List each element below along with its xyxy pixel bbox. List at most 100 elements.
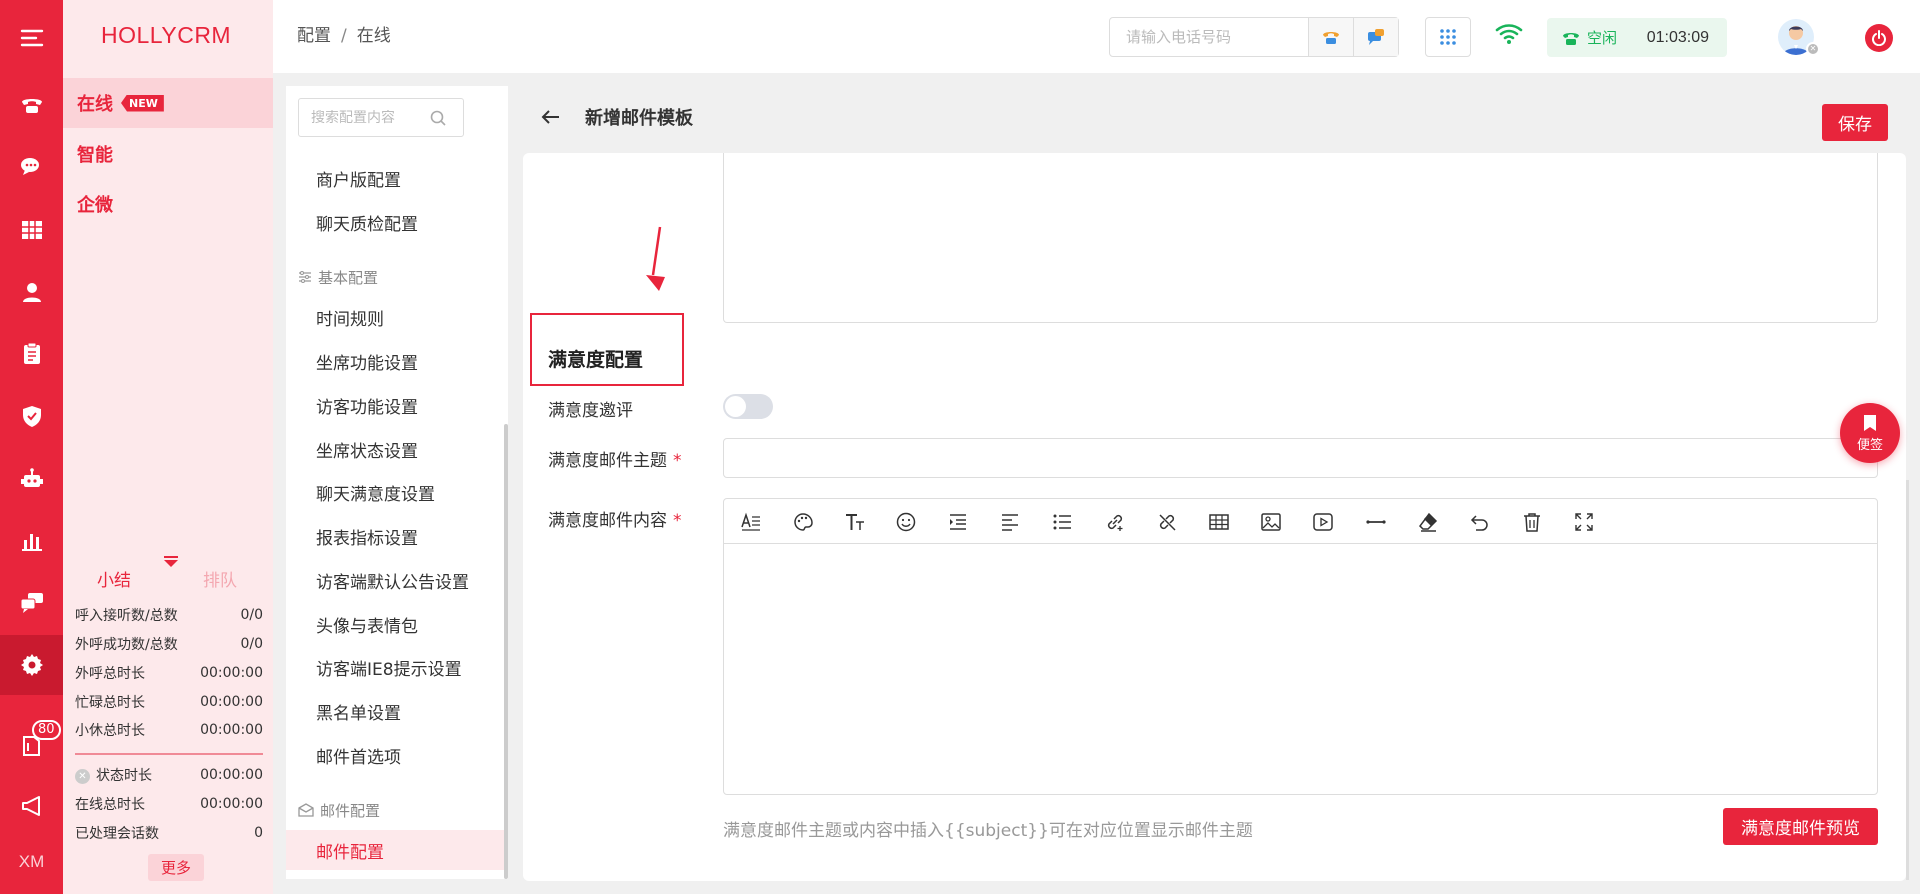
config-scrollbar[interactable] [504,424,508,879]
grid-icon[interactable] [0,200,63,260]
collapse-handle[interactable] [164,556,178,558]
invite-toggle[interactable] [723,394,773,419]
clipboard-icon[interactable] [0,324,63,384]
annotation-arrow [646,226,665,291]
power-icon[interactable] [1865,24,1893,52]
hint-text: 满意度邮件主题或内容中插入{{subject}}可在对应位置显示邮件主题 [723,821,1253,841]
config-item[interactable]: 坐席状态设置 [286,429,504,469]
divider [75,753,263,755]
unlink-icon[interactable] [1156,511,1178,533]
indent-icon[interactable] [947,511,969,533]
config-panel: 商户版配置 聊天质检配置 基本配置 时间规则 坐席功能设置 访客功能设置 坐席状… [286,86,508,879]
top-bar: 配置/在线 空闲 01:03:09 ✕ [273,0,1920,73]
editor-content-area[interactable] [724,545,1877,794]
robot-icon[interactable] [0,449,63,509]
config-item-mail-active[interactable]: 邮件配置 [286,830,504,870]
user-icon[interactable] [0,262,63,322]
horizontal-rule-icon[interactable] [1365,511,1387,533]
avatar-status-icon: ✕ [1806,42,1820,56]
phone-input[interactable] [1110,18,1308,56]
message-icon[interactable] [0,573,63,633]
book-icon[interactable]: 80 [0,716,63,776]
config-group-mail: 邮件配置 [298,797,498,823]
caret-down-icon [164,560,178,567]
font-size-icon[interactable] [844,511,866,533]
config-item[interactable]: 聊天满意度设置 [286,472,504,512]
chat-icon[interactable] [0,137,63,197]
config-search-input[interactable] [299,109,429,126]
bookmark-icon [1864,414,1876,431]
section-title: 满意度配置 [548,349,644,371]
close-circle-icon[interactable]: ✕ [75,768,90,784]
trash-icon[interactable] [1521,511,1543,533]
sticky-note-button[interactable]: 便签 [1840,403,1900,463]
nav-item-smart[interactable]: 智能 [63,129,273,179]
eraser-icon[interactable] [1417,511,1439,533]
page-scrollbar[interactable] [1906,480,1909,880]
config-item[interactable]: 邮件首选项 [286,735,504,775]
config-item[interactable]: 聊天质检配置 [286,202,504,242]
menu-icon[interactable] [0,8,63,68]
stat-row: 小休总时长 00:00:00 [75,722,263,739]
previous-editor-area[interactable] [723,153,1878,323]
heading-icon[interactable] [740,511,762,533]
undo-icon[interactable] [1469,511,1491,533]
agent-status[interactable]: 空闲 01:03:09 [1547,18,1727,57]
config-item[interactable]: 头像与表情包 [286,604,504,644]
stat-row: 在线总时长 00:00:00 [75,796,263,813]
sms-button[interactable] [1353,18,1398,56]
toggle-knob [725,396,746,417]
config-item[interactable]: 商户版配置 [286,158,504,198]
preview-button[interactable]: 满意度邮件预览 [1723,808,1878,845]
config-item[interactable]: 访客端IE8提示设置 [286,647,504,687]
image-icon[interactable] [1260,511,1282,533]
config-item[interactable]: 报表指标设置 [286,516,504,556]
stat-row: ✕ 状态时长 00:00:00 [75,763,263,787]
config-item[interactable]: 黑名单设置 [286,691,504,731]
breadcrumb: 配置 / 在线 [297,26,391,46]
bullet-list-icon[interactable] [1051,511,1073,533]
breadcrumb-item[interactable]: 配置 [297,26,331,46]
apps-grid-icon [1440,29,1456,45]
page-title: 新增邮件模板 [541,104,693,130]
user-initials[interactable]: XM [0,832,63,892]
back-arrow-icon[interactable] [541,109,561,125]
config-item[interactable]: 访客端默认公告设置 [286,560,504,600]
breadcrumb-item: 在线 [356,26,391,46]
nav-item-wecom[interactable]: 企微 [63,179,273,229]
phone-icon[interactable] [0,74,63,134]
mail-icon [298,803,314,817]
call-button[interactable] [1308,18,1353,56]
emoji-icon[interactable] [895,511,917,533]
link-icon[interactable] [1104,511,1126,533]
megaphone-icon[interactable] [0,776,63,836]
more-button[interactable]: 更多 [148,854,204,881]
shield-icon[interactable] [0,386,63,446]
bar-chart-icon[interactable] [0,511,63,571]
sms-icon [1368,29,1384,45]
phone-icon [1323,32,1339,44]
search-icon[interactable] [429,109,447,127]
stat-row: 呼入接听数/总数 0/0 [75,607,263,624]
tab-queue[interactable]: 排队 [203,566,237,591]
gear-icon[interactable] [0,635,63,695]
save-button[interactable]: 保存 [1822,104,1888,141]
tab-summary[interactable]: 小结 [97,566,131,591]
align-left-icon[interactable] [999,511,1021,533]
apps-button[interactable] [1425,17,1471,57]
subject-input[interactable] [723,438,1878,478]
config-item[interactable]: 坐席功能设置 [286,341,504,381]
video-icon[interactable] [1312,511,1334,533]
channel-nav: HOLLYCRM 在线 NEW 智能 企微 小结 排队 呼入接听数/总数 0/0 … [63,0,273,894]
sliders-icon [299,271,311,283]
icon-rail: 80 XM [0,0,63,894]
nav-item-online[interactable]: 在线 NEW [63,78,273,128]
table-icon[interactable] [1208,511,1230,533]
rich-text-editor [723,498,1878,795]
notification-badge: 80 [32,720,61,740]
config-item[interactable]: 访客功能设置 [286,385,504,425]
config-item[interactable]: 时间规则 [286,297,504,337]
stat-row: 已处理会话数 0 [75,825,263,842]
palette-icon[interactable] [792,511,814,533]
fullscreen-icon[interactable] [1573,511,1595,533]
